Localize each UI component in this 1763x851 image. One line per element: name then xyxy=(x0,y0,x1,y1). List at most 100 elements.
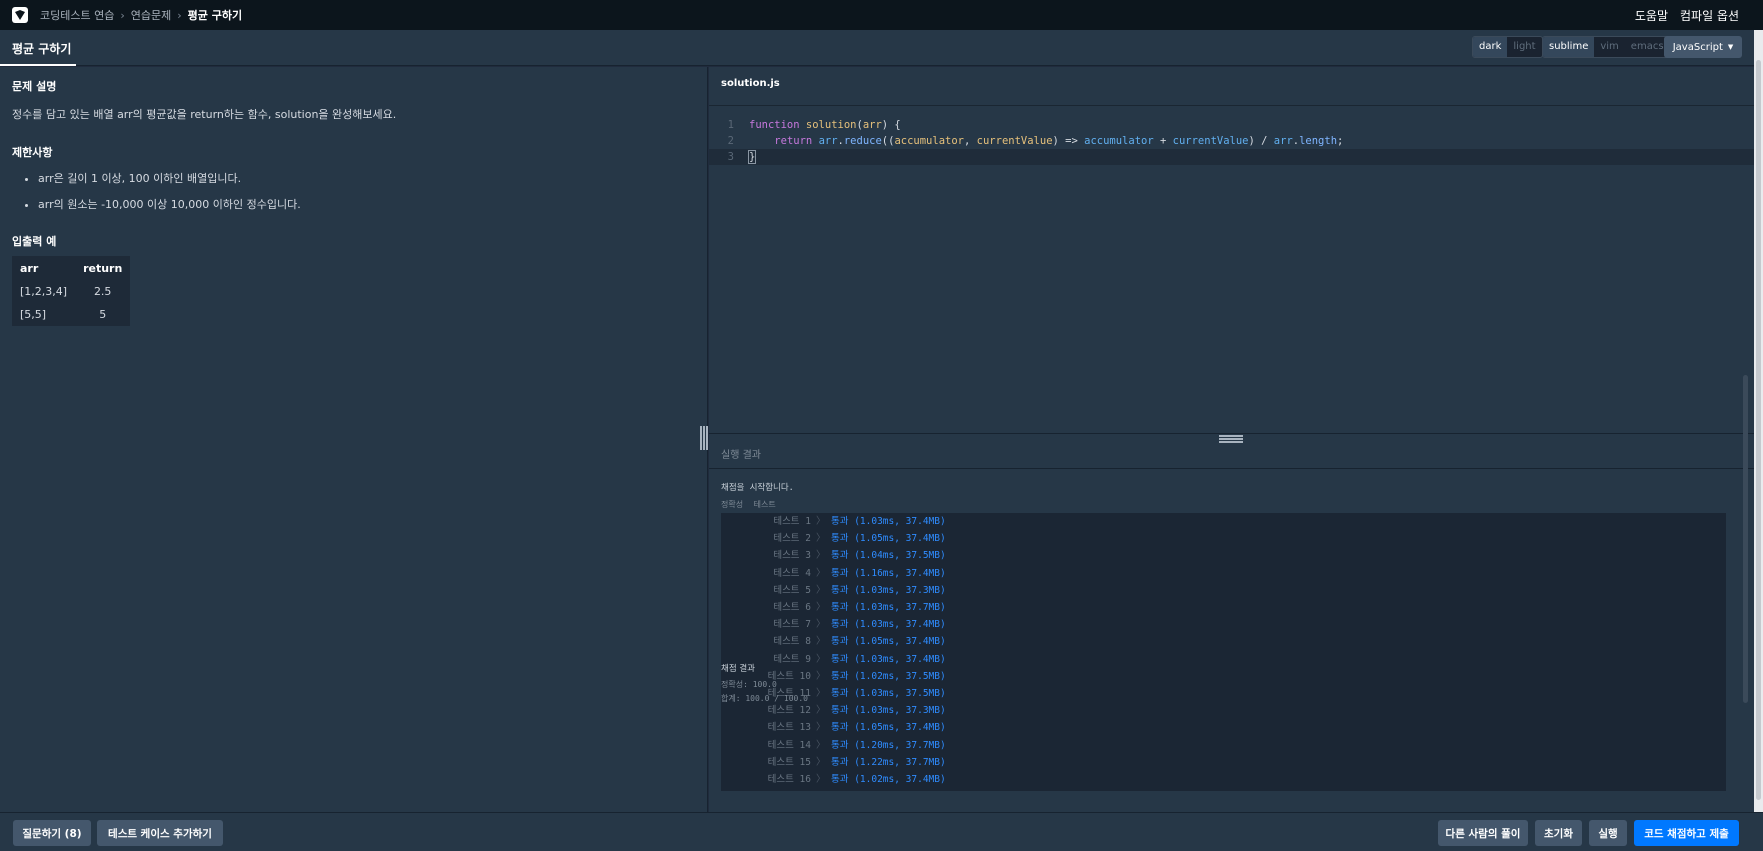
separator-icon: 〉 xyxy=(816,739,826,751)
page-scrollbar-thumb[interactable] xyxy=(1756,60,1761,800)
language-select-value: JavaScript xyxy=(1672,41,1723,53)
vertical-resize-handle[interactable] xyxy=(700,426,708,450)
ask-question-button[interactable]: 질문하기 (8) xyxy=(13,820,91,846)
chevron-right-icon: › xyxy=(120,8,125,22)
separator-icon: 〉 xyxy=(816,636,826,648)
tab-accuracy[interactable]: 정확성 xyxy=(721,500,743,509)
caret-down-icon: ▼ xyxy=(1727,43,1734,51)
test-result-row: 테스트 6 〉 통과 (1.03ms, 37.7MB) xyxy=(721,599,1726,616)
constraints-list: arr은 길이 1 이상, 100 이하인 배열입니다. arr의 원소는 -1… xyxy=(24,170,301,222)
test-result: 통과 (1.03ms, 37.7MB) xyxy=(831,602,946,613)
footer-actions: 질문하기 (8) 테스트 케이스 추가하기 다른 사람의 풀이 초기화 실행 코… xyxy=(0,812,1763,851)
add-testcase-button[interactable]: 테스트 케이스 추가하기 xyxy=(97,820,223,846)
filename-tab: solution.js xyxy=(721,78,780,89)
test-result-row: 테스트 16 〉 통과 (1.02ms, 37.4MB) xyxy=(721,771,1726,788)
keymap-vim-option[interactable]: vim xyxy=(1594,37,1624,57)
line-number: 3 xyxy=(727,151,734,163)
table-cell: 5 xyxy=(99,308,107,321)
grade-heading: 채점 결과 xyxy=(721,664,755,674)
test-name: 테스트 2 xyxy=(773,533,811,545)
separator-icon: 〉 xyxy=(816,688,826,699)
test-name: 테스트 3 xyxy=(773,550,811,562)
test-result: 통과 (1.05ms, 37.4MB) xyxy=(831,636,946,648)
examples-table: arr return [1,2,3,4] 2.5 [5,5] 5 xyxy=(12,256,131,326)
test-result: 통과 (1.03ms, 37.3MB) xyxy=(831,584,946,596)
test-result: 통과 (1.02ms, 37.4MB) xyxy=(831,774,946,785)
test-result-row: 테스트 12 〉 통과 (1.03ms, 37.3MB) xyxy=(721,702,1726,719)
horizontal-resize-handle[interactable] xyxy=(1219,435,1243,443)
breadcrumb-item-practice[interactable]: 연습문제 xyxy=(131,7,171,23)
reset-button[interactable]: 초기화 xyxy=(1535,820,1582,846)
test-result: 통과 (1.20ms, 37.7MB) xyxy=(831,739,946,751)
test-result: 통과 (1.03ms, 37.3MB) xyxy=(831,705,946,717)
results-heading: 실행 결과 xyxy=(721,450,761,461)
breadcrumb-item-coding-test[interactable]: 코딩테스트 연습 xyxy=(40,7,114,23)
theme-dark-option[interactable]: dark xyxy=(1473,37,1508,57)
separator-icon: 〉 xyxy=(816,774,826,785)
test-result-row: 테스트 14 〉 통과 (1.20ms, 37.7MB) xyxy=(721,737,1726,754)
test-result: 통과 (1.02ms, 37.5MB) xyxy=(831,670,946,682)
breadcrumb: 코딩테스트 연습 › 연습문제 › 평균 구하기 xyxy=(40,7,242,23)
help-link[interactable]: 도움말 xyxy=(1635,7,1668,24)
run-button[interactable]: 실행 xyxy=(1589,820,1627,846)
separator-icon: 〉 xyxy=(816,602,826,613)
results-tabs: 정확성 테스트 xyxy=(721,499,784,510)
test-result: 통과 (1.03ms, 37.4MB) xyxy=(831,619,946,631)
separator-icon: 〉 xyxy=(816,550,826,562)
separator-icon: 〉 xyxy=(816,567,826,579)
test-results-list: 테스트 1 〉 통과 (1.03ms, 37.4MB) 테스트 2 〉 통과 (1.05m… xyxy=(721,513,1726,791)
constraints-heading: 제한사항 xyxy=(12,146,53,159)
others-solution-button[interactable]: 다른 사람의 풀이 xyxy=(1438,820,1528,846)
test-result-row: 테스트 7 〉 통과 (1.03ms, 37.4MB) xyxy=(721,616,1726,633)
active-tab-indicator xyxy=(0,64,76,66)
compile-options-link[interactable]: 컴파일 옵션 xyxy=(1680,7,1739,24)
test-name: 테스트 8 xyxy=(773,636,811,648)
test-name: 테스트 4 xyxy=(773,567,811,579)
test-result-row: 테스트 15 〉 통과 (1.22ms, 37.7MB) xyxy=(721,754,1726,771)
separator-icon: 〉 xyxy=(816,653,826,665)
test-result: 통과 (1.03ms, 37.4MB) xyxy=(831,516,946,527)
test-name: 테스트 12 xyxy=(767,705,811,717)
separator-icon: 〉 xyxy=(816,705,826,717)
test-result-row: 테스트 13 〉 통과 (1.05ms, 37.4MB) xyxy=(721,719,1726,736)
results-scrollbar[interactable] xyxy=(1743,375,1748,703)
test-name: 테스트 9 xyxy=(773,653,811,665)
keymap-emacs-option[interactable]: emacs xyxy=(1625,37,1670,57)
code-line: 1 function solution(arr) { xyxy=(709,117,1754,133)
theme-light-option[interactable]: light xyxy=(1507,37,1541,57)
test-result-row: 테스트 4 〉 통과 (1.16ms, 37.4MB) xyxy=(721,565,1726,582)
line-number: 2 xyxy=(727,135,734,147)
test-result-row: 테스트 2 〉 통과 (1.05ms, 37.4MB) xyxy=(721,530,1726,547)
test-result-row: 테스트 8 〉 통과 (1.05ms, 37.4MB) xyxy=(721,633,1726,650)
separator-icon: 〉 xyxy=(816,619,826,631)
editor-panel: solution.js 1 function solution(arr) { 2… xyxy=(709,67,1759,812)
test-name: 테스트 13 xyxy=(767,722,811,734)
lesson-title: 평균 구하기 xyxy=(12,42,72,56)
table-header: arr xyxy=(20,261,39,275)
test-result-row: 테스트 3 〉 통과 (1.04ms, 37.5MB) xyxy=(721,547,1726,564)
code-line-active: 3 } xyxy=(709,149,1754,165)
test-result-row: 테스트 11 〉 통과 (1.03ms, 37.5MB) xyxy=(721,685,1726,702)
tab-test[interactable]: 테스트 xyxy=(754,500,776,509)
table-row: [5,5] 5 xyxy=(12,303,130,326)
table-cell: [1,2,3,4] xyxy=(20,285,68,298)
test-name: 테스트 15 xyxy=(767,756,811,768)
code-editor[interactable]: 1 function solution(arr) { 2 return arr.… xyxy=(709,105,1754,433)
test-result: 통과 (1.05ms, 37.4MB) xyxy=(831,722,946,734)
separator-icon: 〉 xyxy=(816,584,826,596)
submit-button[interactable]: 코드 채점하고 제출 xyxy=(1634,820,1739,846)
test-result: 통과 (1.03ms, 37.4MB) xyxy=(831,653,946,665)
table-cell: [5,5] xyxy=(20,308,47,321)
separator-icon: 〉 xyxy=(816,756,826,768)
test-name: 테스트 1 xyxy=(773,516,811,527)
keymap-sublime-option[interactable]: sublime xyxy=(1543,37,1595,57)
test-result: 통과 (1.22ms, 37.7MB) xyxy=(831,756,946,768)
language-select[interactable]: JavaScript ▼ xyxy=(1664,36,1742,58)
theme-toggle: dark light xyxy=(1472,36,1543,58)
total-score: 합계: 100.0 / 100.0 xyxy=(721,694,808,703)
programmers-logo-icon[interactable] xyxy=(12,7,28,23)
test-name: 테스트 14 xyxy=(767,739,811,751)
list-item: arr은 길이 1 이상, 100 이하인 배열입니다. xyxy=(38,170,301,186)
table-row: [1,2,3,4] 2.5 xyxy=(12,280,130,303)
keymap-toggle: sublime vim emacs xyxy=(1542,36,1671,58)
